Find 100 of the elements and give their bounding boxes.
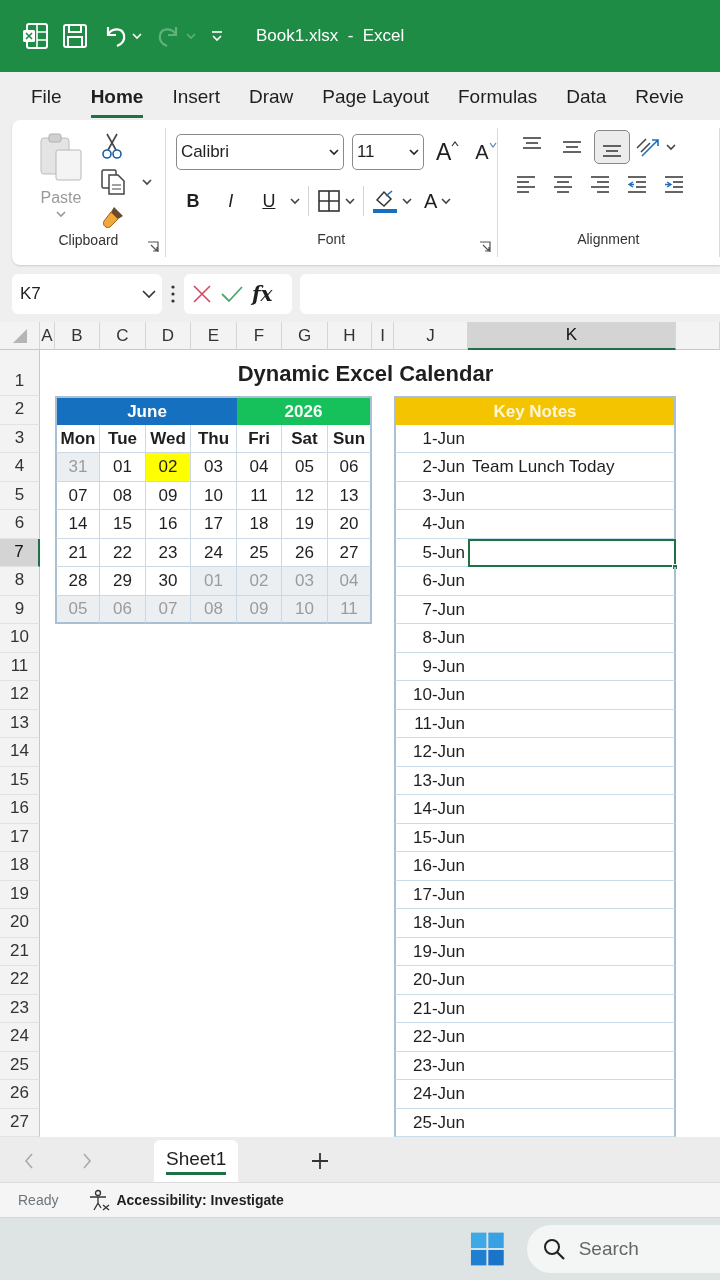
font-name-dropdown[interactable]: Calibri [175,134,344,170]
calendar-day[interactable]: 29 [100,567,146,596]
row-header[interactable]: 19 [0,880,40,909]
row-header[interactable]: 6 [0,510,40,539]
scissors-icon[interactable] [100,132,124,160]
fill-color-icon[interactable] [371,188,398,214]
column-header[interactable]: A [40,322,55,350]
calendar-day[interactable]: 26 [282,538,328,567]
column-header[interactable]: F [237,322,282,350]
row-header[interactable]: 1 [0,350,40,396]
calendar-day[interactable]: 30 [146,567,191,596]
row-header[interactable]: 9 [0,595,40,624]
column-header[interactable]: C [100,322,146,350]
caret-icon[interactable] [344,197,355,205]
calendar-day[interactable]: 13 [328,481,372,510]
grow-font-button[interactable]: A [435,140,452,164]
row-header[interactable]: 23 [0,994,40,1023]
format-painter-icon[interactable] [100,204,126,230]
cancel-icon[interactable] [192,284,212,304]
column-header[interactable]: G [282,322,328,350]
column-header[interactable]: E [191,322,237,350]
calendar-day[interactable]: 22 [100,538,146,567]
calendar-day[interactable]: 09 [146,481,191,510]
enter-icon[interactable] [220,284,244,304]
row-header[interactable]: 16 [0,795,40,824]
calendar-day[interactable]: 14 [55,510,100,539]
borders-icon[interactable] [316,189,341,213]
calendar-day[interactable]: 17 [191,510,237,539]
row-header[interactable]: 2 [0,396,40,425]
name-box[interactable]: K7 [12,274,162,314]
calendar-day[interactable]: 24 [191,538,237,567]
calendar-day[interactable]: 20 [328,510,372,539]
copy-icon[interactable] [100,168,126,196]
dialog-launcher-icon[interactable] [478,241,491,253]
calendar-day[interactable]: 03 [191,453,237,482]
shrink-font-button[interactable]: A [475,142,489,162]
ribbon-tab[interactable]: Data [566,76,607,118]
calendar-day[interactable]: 07 [55,481,100,510]
row-header[interactable]: 13 [0,709,40,738]
calendar-day[interactable]: 19 [282,510,328,539]
caret-icon[interactable] [142,178,152,186]
windows-logo-icon[interactable] [470,1231,505,1267]
row-header[interactable]: 21 [0,937,40,966]
italic-button[interactable]: I [213,187,248,215]
column-header[interactable]: H [328,322,372,350]
column-header[interactable]: I [372,322,394,350]
ribbon-tab[interactable]: Insert [172,76,220,118]
calendar-day[interactable]: 12 [282,481,328,510]
column-header[interactable]: K [468,322,676,350]
calendar-day[interactable]: 08 [100,481,146,510]
ribbon-tab[interactable]: Draw [248,76,294,118]
row-header[interactable]: 3 [0,424,40,453]
row-header[interactable]: 20 [0,909,40,938]
bold-button[interactable]: B [175,187,210,215]
accessibility-status[interactable]: Accessibility: Investigate [116,1189,284,1211]
row-header[interactable]: 12 [0,681,40,710]
row-header[interactable]: 27 [0,1108,40,1137]
accessibility-icon[interactable] [88,1189,111,1211]
row-header[interactable]: 18 [0,852,40,881]
row-header[interactable]: 5 [0,481,40,510]
calendar-day[interactable]: 28 [55,567,100,596]
row-header[interactable]: 22 [0,966,40,995]
row-header[interactable]: 4 [0,453,40,482]
caret-icon[interactable] [289,197,300,205]
calendar-day[interactable]: 27 [328,538,372,567]
row-header[interactable]: 15 [0,766,40,795]
caret-icon[interactable] [665,143,676,151]
row-header[interactable]: 26 [0,1080,40,1109]
row-header[interactable]: 24 [0,1023,40,1052]
row-header[interactable]: 11 [0,652,40,681]
customize-icon[interactable] [210,29,224,43]
caret-icon[interactable] [441,197,452,205]
calendar-day[interactable]: 01 [100,453,146,482]
save-icon[interactable] [62,23,88,49]
insert-function-button[interactable]: fx [252,279,273,309]
row-header[interactable]: 14 [0,738,40,767]
calendar-day[interactable]: 05 [282,453,328,482]
calendar-day[interactable]: 11 [237,481,282,510]
calendar-day[interactable]: 02 [146,453,191,482]
calendar-day[interactable]: 21 [55,538,100,567]
dialog-launcher-icon[interactable] [146,241,159,253]
calendar-day[interactable]: 10 [191,481,237,510]
search-field[interactable]: Search [526,1225,720,1273]
row-header[interactable]: 17 [0,823,40,852]
row-header[interactable]: 25 [0,1051,40,1080]
calendar-day[interactable]: 15 [100,510,146,539]
ribbon-tab[interactable]: Formulas [458,76,538,118]
calendar-day[interactable]: 16 [146,510,191,539]
calendar-day[interactable]: 04 [237,453,282,482]
caret-icon[interactable] [401,197,412,205]
font-size-dropdown[interactable]: 11 [351,134,424,170]
ribbon-tab[interactable]: File [31,76,62,118]
calendar-day[interactable]: 23 [146,538,191,567]
row-header[interactable]: 8 [0,567,40,596]
align-bottom-button[interactable] [593,130,630,164]
calendar-day[interactable]: 06 [328,453,372,482]
font-color-button[interactable]: A [423,191,438,211]
ribbon-tab[interactable]: Page Layout [322,76,429,118]
column-header[interactable]: B [55,322,100,350]
column-header[interactable]: D [146,322,191,350]
